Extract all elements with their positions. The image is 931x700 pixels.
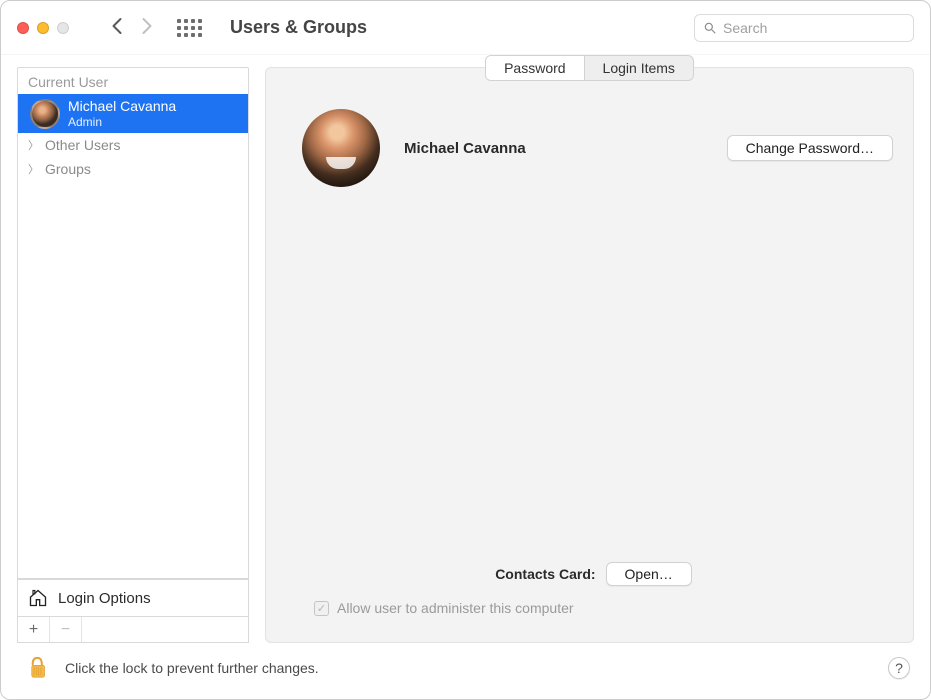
lock-icon[interactable] bbox=[29, 655, 51, 681]
contacts-card-row: Contacts Card: Open… bbox=[294, 562, 893, 586]
house-icon bbox=[28, 588, 48, 608]
add-user-button[interactable]: + bbox=[18, 617, 50, 642]
chevron-right-icon: 〉 bbox=[28, 137, 39, 153]
profile-row: Michael Cavanna Change Password… bbox=[266, 81, 913, 187]
user-list: Current User Michael Cavanna Admin 〉 Oth… bbox=[17, 67, 249, 579]
remove-user-button[interactable]: − bbox=[50, 617, 82, 642]
window-controls bbox=[17, 22, 69, 34]
current-user-header: Current User bbox=[18, 68, 248, 94]
window-title: Users & Groups bbox=[230, 17, 367, 38]
user-info: Michael Cavanna Admin bbox=[68, 98, 176, 129]
admin-checkbox[interactable]: ✓ bbox=[314, 601, 329, 616]
user-avatar[interactable] bbox=[302, 109, 380, 187]
change-password-button[interactable]: Change Password… bbox=[727, 135, 893, 161]
other-users-label: Other Users bbox=[45, 137, 120, 153]
sidebar-item-other-users[interactable]: 〉 Other Users bbox=[18, 133, 248, 157]
preferences-window: Users & Groups Current User Michael Cava… bbox=[0, 0, 931, 700]
contacts-card-label: Contacts Card: bbox=[495, 566, 595, 582]
footer: Click the lock to prevent further change… bbox=[1, 643, 930, 699]
help-button[interactable]: ? bbox=[888, 657, 910, 679]
open-contacts-button[interactable]: Open… bbox=[606, 562, 692, 586]
forward-button[interactable] bbox=[140, 17, 153, 39]
login-options-button[interactable]: Login Options bbox=[17, 579, 249, 617]
back-button[interactable] bbox=[111, 17, 124, 39]
search-icon bbox=[703, 21, 717, 35]
tab-group: Password Login Items bbox=[485, 55, 694, 81]
bottom-section: Contacts Card: Open… ✓ Allow user to adm… bbox=[266, 562, 913, 642]
sidebar: Current User Michael Cavanna Admin 〉 Oth… bbox=[17, 67, 249, 643]
login-options-label: Login Options bbox=[58, 590, 151, 607]
zoom-window-button[interactable] bbox=[57, 22, 69, 34]
admin-checkbox-label: Allow user to administer this computer bbox=[337, 600, 574, 616]
search-field[interactable] bbox=[694, 14, 914, 42]
close-window-button[interactable] bbox=[17, 22, 29, 34]
search-input[interactable] bbox=[723, 20, 905, 36]
sidebar-item-groups[interactable]: 〉 Groups bbox=[18, 157, 248, 181]
avatar-icon bbox=[30, 99, 60, 129]
main-panel: Password Login Items Michael Cavanna Cha… bbox=[265, 67, 914, 643]
titlebar: Users & Groups bbox=[1, 1, 930, 55]
nav-arrows bbox=[111, 17, 153, 39]
add-remove-bar: + − bbox=[17, 617, 249, 643]
sidebar-item-current-user[interactable]: Michael Cavanna Admin bbox=[18, 94, 248, 133]
tab-password[interactable]: Password bbox=[486, 56, 583, 80]
chevron-right-icon: 〉 bbox=[28, 161, 39, 177]
show-all-icon[interactable] bbox=[177, 19, 202, 37]
user-role-label: Admin bbox=[68, 115, 176, 129]
tab-login-items[interactable]: Login Items bbox=[584, 56, 693, 80]
user-name-label: Michael Cavanna bbox=[68, 98, 176, 115]
admin-checkbox-row: ✓ Allow user to administer this computer bbox=[294, 600, 893, 616]
tab-bar: Password Login Items bbox=[266, 67, 913, 81]
minimize-window-button[interactable] bbox=[37, 22, 49, 34]
groups-label: Groups bbox=[45, 161, 91, 177]
lock-hint-text: Click the lock to prevent further change… bbox=[65, 660, 319, 676]
profile-name: Michael Cavanna bbox=[404, 140, 526, 157]
content-area: Current User Michael Cavanna Admin 〉 Oth… bbox=[1, 55, 930, 643]
